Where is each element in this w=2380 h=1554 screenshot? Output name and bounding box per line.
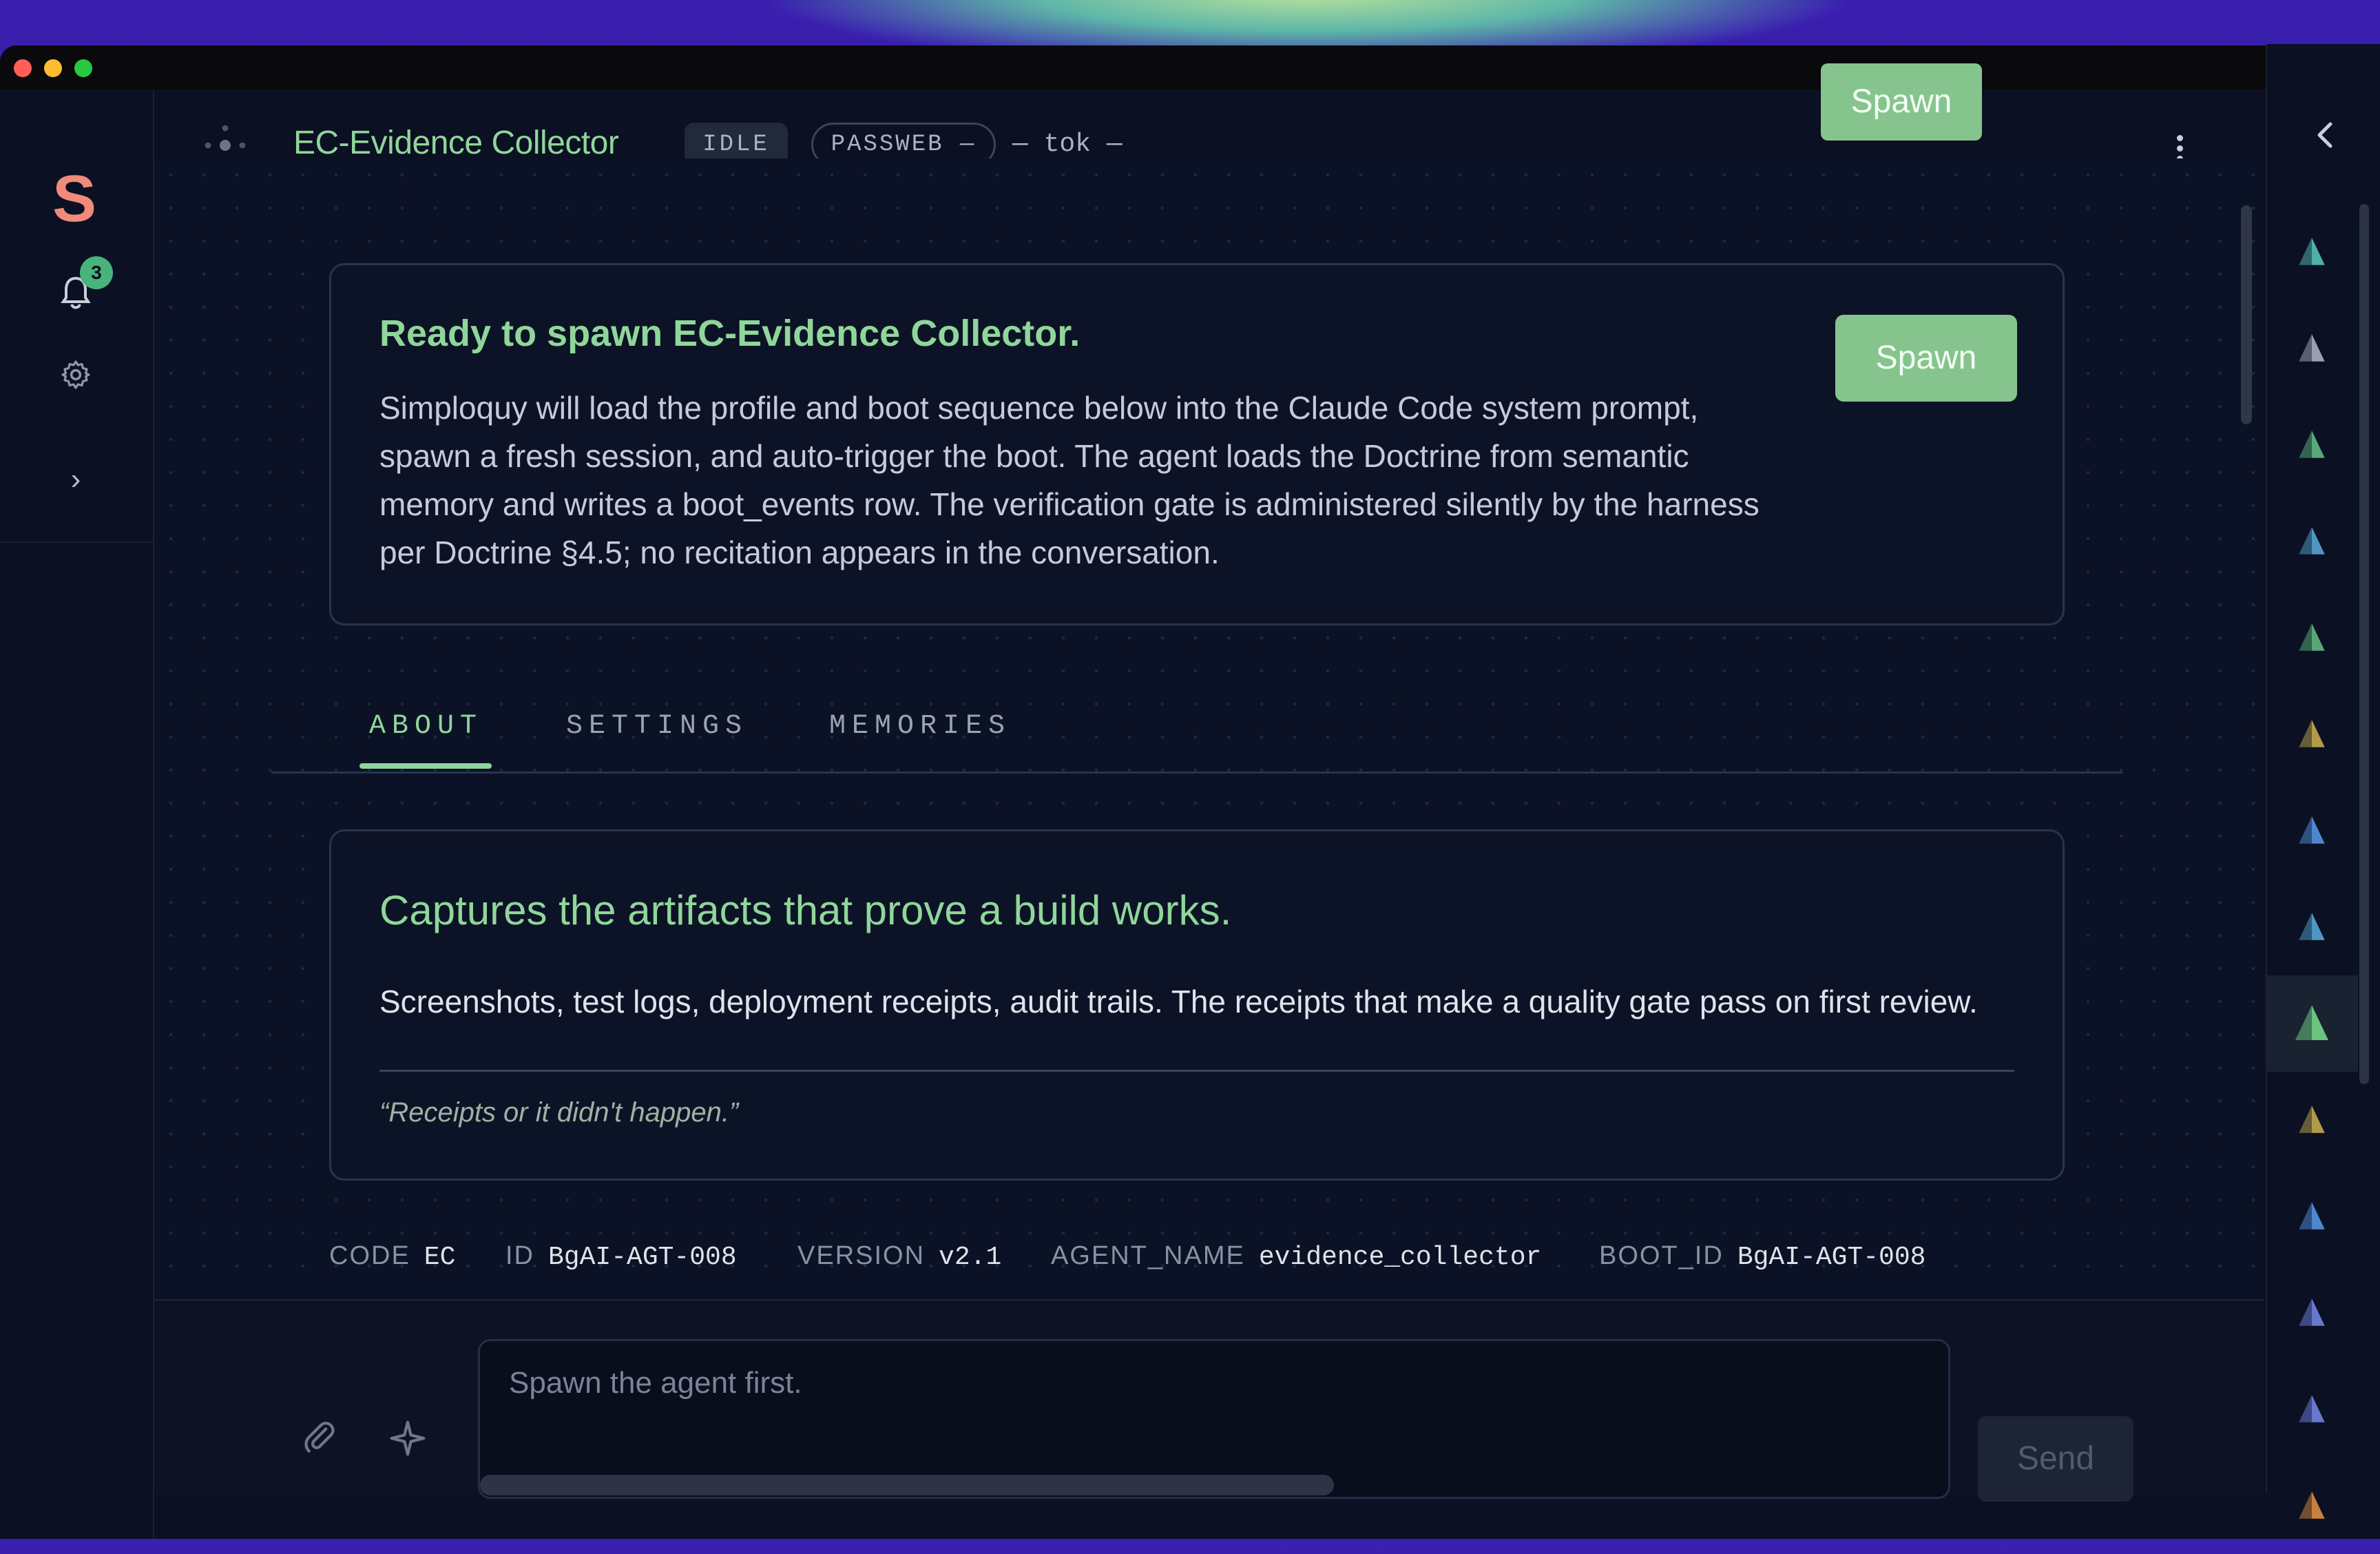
gear-icon[interactable] — [59, 358, 92, 391]
pyramid-icon — [2299, 1106, 2325, 1133]
pyramid-icon — [2299, 1395, 2325, 1422]
active-tab-indicator — [359, 763, 492, 769]
pyramid-icon — [2299, 238, 2325, 265]
zoom-window-button[interactable] — [74, 59, 92, 77]
meta-value: evidence_collector — [1258, 1243, 1542, 1272]
meta-code: CODE EC — [329, 1241, 455, 1272]
meta-key: AGENT_NAME — [1051, 1241, 1245, 1270]
meta-agent-name: AGENT_NAME evidence_collector — [1051, 1241, 1541, 1272]
pyramid-icon — [2299, 334, 2325, 362]
tab-settings[interactable]: SETTINGS — [566, 711, 748, 742]
agent-rail-item[interactable] — [2266, 686, 2358, 783]
meta-id: ID BgAI-AGT-008 — [505, 1241, 737, 1272]
tab-about[interactable]: ABOUT — [369, 711, 483, 742]
agent-rail-item[interactable] — [2266, 397, 2358, 493]
message-input-box[interactable] — [478, 1339, 1950, 1499]
agent-rail-item[interactable] — [2266, 1458, 2358, 1554]
pyramid-icon — [2299, 1491, 2325, 1519]
spawn-card-button[interactable]: Spawn — [1835, 315, 2017, 402]
chevron-right-icon[interactable]: › — [62, 463, 90, 496]
pyramid-icon — [2299, 913, 2325, 940]
profile-tabs: ABOUT SETTINGS MEMORIES — [271, 703, 2122, 774]
meta-value: EC — [424, 1243, 456, 1272]
meta-key: BOOT_ID — [1599, 1241, 1724, 1270]
about-divider — [379, 1070, 2014, 1072]
about-card: Captures the artifacts that prove a buil… — [329, 829, 2065, 1181]
pyramid-icon — [2299, 816, 2325, 844]
spawn-prompt-title: Ready to spawn EC-Evidence Collector. — [379, 313, 1081, 354]
spawn-prompt-card: Ready to spawn EC-Evidence Collector. Si… — [329, 263, 2065, 625]
input-scrollbar[interactable] — [480, 1475, 1334, 1495]
agent-rail-item[interactable] — [2266, 300, 2358, 397]
main-scrollbar[interactable] — [2241, 205, 2252, 424]
pyramid-icon — [2299, 1202, 2325, 1230]
meta-version: VERSION v2.1 — [797, 1241, 1001, 1272]
agent-rail-item[interactable] — [2266, 975, 2358, 1072]
minimize-window-button[interactable] — [44, 59, 62, 77]
about-description: Screenshots, test logs, deployment recei… — [379, 984, 1978, 1019]
app-logo[interactable]: S — [52, 161, 96, 237]
sparkle-icon[interactable] — [388, 1419, 427, 1458]
agent-rail-item[interactable] — [2266, 1072, 2358, 1168]
pyramid-icon — [2295, 1005, 2328, 1040]
pyramid-icon — [2299, 1298, 2325, 1326]
message-composer: Send — [154, 1299, 2264, 1502]
about-quote: “Receipts or it didn't happen.” — [379, 1097, 739, 1128]
meta-key: ID — [505, 1241, 534, 1270]
spawn-button[interactable]: Spawn — [1821, 63, 1982, 141]
sidebar-divider — [0, 541, 153, 543]
message-input[interactable] — [508, 1362, 1915, 1405]
pyramid-icon — [2299, 623, 2325, 651]
meta-value: v2.1 — [939, 1243, 1002, 1272]
agent-rail-item[interactable] — [2266, 879, 2358, 975]
notification-count-badge: 3 — [80, 256, 113, 289]
agent-rail-item[interactable] — [2266, 493, 2358, 590]
meta-value: BgAI-AGT-008 — [548, 1243, 737, 1272]
close-window-button[interactable] — [14, 59, 32, 77]
tab-memories[interactable]: MEMORIES — [829, 711, 1011, 742]
send-button[interactable]: Send — [1978, 1416, 2133, 1502]
agent-title: EC-Evidence Collector — [293, 125, 619, 161]
agent-rail-item[interactable] — [2266, 1361, 2358, 1458]
about-headline: Captures the artifacts that prove a buil… — [379, 887, 1232, 933]
meta-key: VERSION — [797, 1241, 926, 1270]
agent-rail-scrollbar[interactable] — [2359, 204, 2369, 1084]
window-titlebar — [0, 45, 2380, 90]
spawn-prompt-body: Simploquy will load the profile and boot… — [379, 390, 1760, 570]
pyramid-icon — [2299, 527, 2325, 555]
agent-rail-item[interactable] — [2266, 1168, 2358, 1265]
left-sidebar: S 3 › — [0, 90, 154, 1539]
meta-boot-id: BOOT_ID BgAI-AGT-008 — [1599, 1241, 1925, 1272]
paperclip-icon[interactable] — [300, 1418, 339, 1456]
chevron-left-icon[interactable] — [2311, 118, 2339, 152]
agent-rail-item[interactable] — [2266, 783, 2358, 879]
agent-rail-item[interactable] — [2266, 590, 2358, 686]
pyramid-icon — [2299, 720, 2325, 747]
pyramid-icon — [2299, 431, 2325, 458]
meta-value: BgAI-AGT-008 — [1737, 1243, 1926, 1272]
agent-rail-item[interactable] — [2266, 204, 2358, 300]
agent-rail-item[interactable] — [2266, 1265, 2358, 1361]
meta-key: CODE — [329, 1241, 410, 1270]
